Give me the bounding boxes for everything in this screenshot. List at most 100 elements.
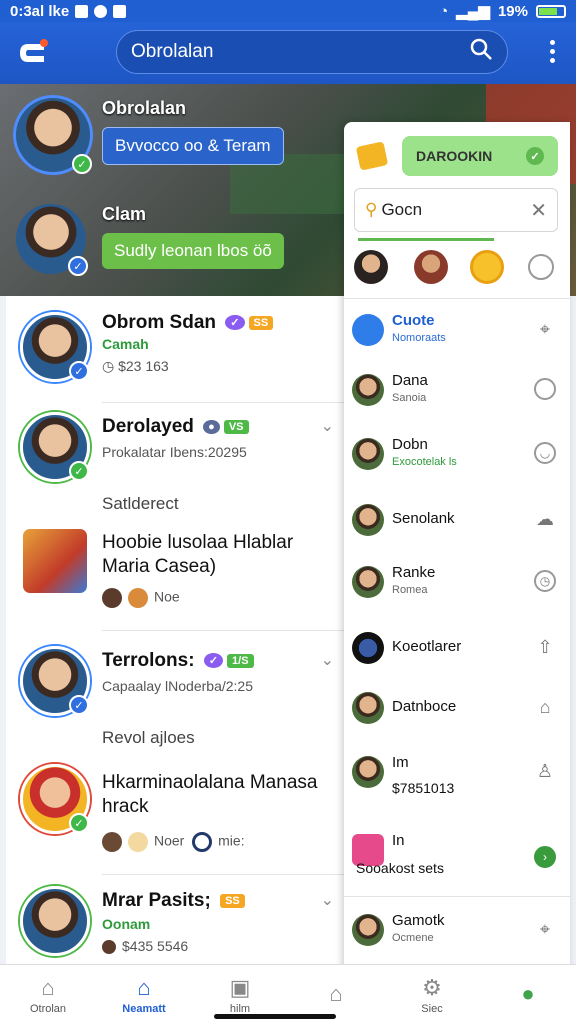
- more-options-icon[interactable]: [550, 40, 556, 63]
- radio-circle-icon[interactable]: [534, 378, 556, 400]
- clock-icon: ◷: [102, 358, 115, 374]
- divider: [102, 874, 344, 875]
- hero-message-1[interactable]: ✓ Obrolalan Bvvocco oo & Teram: [16, 98, 284, 174]
- avatar: [352, 692, 384, 724]
- panel-header: DAROOKIN ✓: [355, 136, 558, 178]
- chat-preview: Prokalatar Ibens:20295: [102, 444, 247, 460]
- active-tab-indicator: [358, 238, 494, 241]
- chat-participants: Noe: [102, 588, 180, 608]
- mini-avatar: [192, 832, 213, 852]
- avatar: ✓: [20, 646, 90, 716]
- shield-icon[interactable]: [470, 250, 504, 284]
- contact-item[interactable]: Senolank ☁: [344, 492, 570, 552]
- chat-item[interactable]: ✓ Terrolons: ✓ 1/S Capaalay lNoderba/2:25…: [6, 642, 344, 732]
- avatar[interactable]: ✓: [16, 204, 88, 276]
- contact-name: Cuote: [392, 312, 435, 329]
- contact-item[interactable]: Koeotlarer ⇧: [344, 620, 570, 680]
- chat-item[interactable]: Revol ajloes ✓ Hkarminaolalana Manasa hr…: [6, 726, 344, 876]
- search-icon[interactable]: [469, 37, 493, 67]
- chevron-right-icon[interactable]: ›: [534, 846, 556, 868]
- status-time: 0:3al lke: [10, 2, 70, 20]
- contact-item[interactable]: In Sooakost sets ›: [344, 822, 570, 892]
- chat-item[interactable]: Satlderect Hoobie lusolaa Hlablar Maria …: [6, 492, 344, 632]
- chevron-down-icon[interactable]: ⌄: [321, 890, 334, 910]
- message-bubble[interactable]: Bvvocco oo & Teram: [102, 127, 284, 165]
- avatar[interactable]: ✓: [16, 98, 92, 174]
- status-bar: 0:3al lke ◔ ▂▄▆ 19%: [0, 0, 576, 22]
- chevron-down-icon[interactable]: ⌄: [321, 416, 334, 436]
- chat-title: Terrolons: ✓ 1/S: [102, 650, 254, 672]
- contact-item[interactable]: Ranke Romea ◷: [344, 554, 570, 614]
- contact-subtitle: Nomoraats: [392, 332, 446, 344]
- folder-icon[interactable]: [355, 141, 389, 171]
- chat-list: ✓ Obrom Sdan ✓ SS Camah ◷ $23 163 ✓ Derol…: [6, 296, 344, 964]
- check-icon: ✓: [526, 147, 544, 165]
- hero-name: Obrolalan: [102, 98, 187, 118]
- notification-icon: [75, 4, 89, 18]
- avatar: [352, 756, 384, 788]
- mini-avatar: [128, 832, 148, 852]
- contact-subtitle: Sooakost sets: [356, 860, 444, 876]
- app-bar: Obrolalan: [0, 22, 576, 84]
- smile-icon[interactable]: ◡: [534, 442, 556, 464]
- radio-circle-icon[interactable]: [528, 254, 554, 280]
- hero-message-2[interactable]: ✓ Clam Sudly leonan lbos öõ: [16, 204, 284, 276]
- profile-home-icon: ⌂: [329, 980, 343, 1006]
- group-icon: ●: [203, 419, 220, 434]
- avatar: [20, 886, 90, 956]
- quick-avatar[interactable]: [354, 250, 388, 284]
- contact-name: In: [392, 832, 405, 849]
- chat-item[interactable]: Mrar Pasits; SS Oonam $435 5546 ⌄: [6, 882, 344, 964]
- divider: [102, 630, 344, 631]
- user-icon[interactable]: ♙: [534, 760, 556, 782]
- nav-label: Siec: [421, 1002, 443, 1015]
- chat-title: Mrar Pasits; SS: [102, 890, 245, 912]
- chat-title-line2: hrack: [102, 796, 149, 817]
- pin-icon[interactable]: ⌖: [534, 318, 556, 340]
- home-icon: ⌂: [137, 974, 151, 1000]
- divider: [344, 298, 570, 299]
- contact-item[interactable]: Cuote Nomoraats ⌖: [344, 302, 570, 362]
- lock-icon[interactable]: ⌂: [534, 696, 556, 718]
- tier-badge: VS: [223, 419, 249, 434]
- app-logo[interactable]: [14, 34, 52, 72]
- tier-badge: 1/S: [227, 653, 254, 668]
- contact-item[interactable]: Datnboce ⌂: [344, 680, 570, 740]
- chat-preview: Capaalay lNoderba/2:25: [102, 678, 253, 694]
- contact-item[interactable]: Dobn Exocotelak ls ◡: [344, 426, 570, 486]
- nav-item-otrolan[interactable]: ⌂ Otrolan: [0, 965, 96, 1024]
- contact-subtitle: Sanoia: [392, 392, 427, 404]
- avatar: ✓: [20, 312, 90, 382]
- signal-icon: ▂▄▆: [456, 3, 490, 20]
- contact-item[interactable]: Dana Sanoia: [344, 362, 570, 422]
- section-label: Revol ajloes: [102, 728, 195, 747]
- pin-icon[interactable]: ⌖: [534, 918, 556, 940]
- nav-item-home[interactable]: ⌂ Neamatt: [96, 965, 192, 1024]
- chat-title: Hkarminaolalana Manasa: [102, 772, 318, 793]
- chat-item[interactable]: ✓ Obrom Sdan ✓ SS Camah ◷ $23 163: [6, 308, 344, 408]
- contact-name: Ranke: [392, 564, 436, 581]
- share-icon[interactable]: ⇧: [534, 636, 556, 658]
- logo-icon: [20, 39, 48, 62]
- chat-status: Camah: [102, 336, 149, 352]
- quick-avatar[interactable]: [414, 250, 448, 284]
- panel-search-input[interactable]: ⚲ Gocn ✕: [354, 188, 558, 232]
- contact-item[interactable]: Im $7851013 ♙: [344, 744, 570, 814]
- nav-item-user[interactable]: ●: [480, 965, 576, 1024]
- cloud-icon[interactable]: ☁: [534, 508, 556, 530]
- search-bar[interactable]: Obrolalan: [116, 30, 508, 74]
- contact-name: Dana: [392, 372, 428, 389]
- nav-item-settings[interactable]: ⚙ Siec: [384, 965, 480, 1024]
- message-bubble[interactable]: Sudly leonan lbos öõ: [102, 233, 284, 269]
- verified-icon: ✓: [68, 256, 88, 276]
- chat-title-line2: Maria Casea): [102, 556, 217, 577]
- mini-avatar: [102, 588, 122, 608]
- chat-title: Derolayed ● VS: [102, 416, 249, 438]
- contact-item[interactable]: Gamotk Ocmene ⌖: [344, 902, 570, 962]
- avatar: [352, 632, 384, 664]
- clock-icon[interactable]: ◷: [534, 570, 556, 592]
- close-icon[interactable]: ✕: [530, 198, 547, 223]
- primary-action-button[interactable]: DAROOKIN ✓: [402, 136, 558, 176]
- chevron-down-icon[interactable]: ⌄: [321, 650, 334, 670]
- avatar: [352, 438, 384, 470]
